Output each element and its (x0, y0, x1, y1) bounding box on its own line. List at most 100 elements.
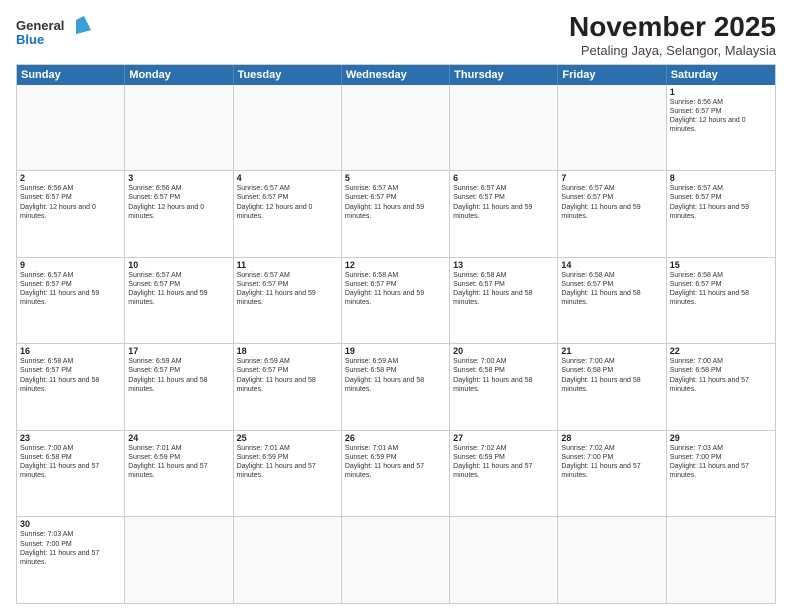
calendar-cell: 24Sunrise: 7:01 AM Sunset: 6:59 PM Dayli… (125, 431, 233, 517)
calendar-cell: 4Sunrise: 6:57 AM Sunset: 6:57 PM Daylig… (234, 171, 342, 257)
calendar-cell (125, 517, 233, 603)
calendar-cell: 2Sunrise: 6:56 AM Sunset: 6:57 PM Daylig… (17, 171, 125, 257)
calendar-cell (234, 517, 342, 603)
calendar-cell: 17Sunrise: 6:59 AM Sunset: 6:57 PM Dayli… (125, 344, 233, 430)
day-info: Sunrise: 6:57 AM Sunset: 6:57 PM Dayligh… (20, 271, 121, 307)
logo: General Blue (16, 12, 96, 52)
day-number: 24 (128, 433, 229, 443)
calendar-cell: 14Sunrise: 6:58 AM Sunset: 6:57 PM Dayli… (558, 258, 666, 344)
day-info: Sunrise: 7:03 AM Sunset: 7:00 PM Dayligh… (20, 530, 121, 566)
day-info: Sunrise: 6:56 AM Sunset: 6:57 PM Dayligh… (128, 184, 229, 220)
calendar-row-4: 16Sunrise: 6:58 AM Sunset: 6:57 PM Dayli… (17, 343, 775, 430)
day-number: 12 (345, 260, 446, 270)
day-number: 28 (561, 433, 662, 443)
day-info: Sunrise: 7:02 AM Sunset: 7:00 PM Dayligh… (561, 444, 662, 480)
day-number: 20 (453, 346, 554, 356)
calendar-cell: 25Sunrise: 7:01 AM Sunset: 6:59 PM Dayli… (234, 431, 342, 517)
calendar-cell: 30Sunrise: 7:03 AM Sunset: 7:00 PM Dayli… (17, 517, 125, 603)
day-info: Sunrise: 6:57 AM Sunset: 6:57 PM Dayligh… (237, 271, 338, 307)
calendar-cell (125, 85, 233, 171)
calendar-row-5: 23Sunrise: 7:00 AM Sunset: 6:58 PM Dayli… (17, 430, 775, 517)
day-info: Sunrise: 7:01 AM Sunset: 6:59 PM Dayligh… (128, 444, 229, 480)
day-info: Sunrise: 6:57 AM Sunset: 6:57 PM Dayligh… (561, 184, 662, 220)
day-info: Sunrise: 6:56 AM Sunset: 6:57 PM Dayligh… (670, 98, 772, 134)
day-info: Sunrise: 6:57 AM Sunset: 6:57 PM Dayligh… (453, 184, 554, 220)
calendar-cell: 12Sunrise: 6:58 AM Sunset: 6:57 PM Dayli… (342, 258, 450, 344)
day-info: Sunrise: 6:59 AM Sunset: 6:58 PM Dayligh… (345, 357, 446, 393)
day-info: Sunrise: 7:02 AM Sunset: 6:59 PM Dayligh… (453, 444, 554, 480)
header: General Blue November 2025 Petaling Jaya… (16, 12, 776, 58)
svg-text:General: General (16, 18, 64, 33)
calendar-row-3: 9Sunrise: 6:57 AM Sunset: 6:57 PM Daylig… (17, 257, 775, 344)
calendar: SundayMondayTuesdayWednesdayThursdayFrid… (16, 64, 776, 604)
day-info: Sunrise: 7:00 AM Sunset: 6:58 PM Dayligh… (670, 357, 772, 393)
day-info: Sunrise: 6:57 AM Sunset: 6:57 PM Dayligh… (345, 184, 446, 220)
calendar-cell (234, 85, 342, 171)
day-number: 10 (128, 260, 229, 270)
calendar-row-6: 30Sunrise: 7:03 AM Sunset: 7:00 PM Dayli… (17, 516, 775, 603)
day-number: 21 (561, 346, 662, 356)
calendar-header: SundayMondayTuesdayWednesdayThursdayFrid… (17, 65, 775, 85)
day-info: Sunrise: 7:00 AM Sunset: 6:58 PM Dayligh… (561, 357, 662, 393)
calendar-cell: 11Sunrise: 6:57 AM Sunset: 6:57 PM Dayli… (234, 258, 342, 344)
calendar-cell: 20Sunrise: 7:00 AM Sunset: 6:58 PM Dayli… (450, 344, 558, 430)
header-day-sunday: Sunday (17, 65, 125, 85)
day-number: 13 (453, 260, 554, 270)
calendar-cell: 28Sunrise: 7:02 AM Sunset: 7:00 PM Dayli… (558, 431, 666, 517)
day-number: 6 (453, 173, 554, 183)
calendar-cell: 16Sunrise: 6:58 AM Sunset: 6:57 PM Dayli… (17, 344, 125, 430)
month-title: November 2025 (569, 12, 776, 43)
day-info: Sunrise: 6:59 AM Sunset: 6:57 PM Dayligh… (128, 357, 229, 393)
day-number: 4 (237, 173, 338, 183)
calendar-cell: 26Sunrise: 7:01 AM Sunset: 6:59 PM Dayli… (342, 431, 450, 517)
day-number: 29 (670, 433, 772, 443)
calendar-cell (558, 517, 666, 603)
day-info: Sunrise: 7:03 AM Sunset: 7:00 PM Dayligh… (670, 444, 772, 480)
calendar-cell: 18Sunrise: 6:59 AM Sunset: 6:57 PM Dayli… (234, 344, 342, 430)
day-number: 17 (128, 346, 229, 356)
day-number: 22 (670, 346, 772, 356)
calendar-cell (342, 517, 450, 603)
calendar-row-2: 2Sunrise: 6:56 AM Sunset: 6:57 PM Daylig… (17, 170, 775, 257)
calendar-cell: 10Sunrise: 6:57 AM Sunset: 6:57 PM Dayli… (125, 258, 233, 344)
day-info: Sunrise: 7:00 AM Sunset: 6:58 PM Dayligh… (20, 444, 121, 480)
calendar-cell: 27Sunrise: 7:02 AM Sunset: 6:59 PM Dayli… (450, 431, 558, 517)
day-number: 7 (561, 173, 662, 183)
calendar-cell: 8Sunrise: 6:57 AM Sunset: 6:57 PM Daylig… (667, 171, 775, 257)
day-number: 1 (670, 87, 772, 97)
calendar-cell: 22Sunrise: 7:00 AM Sunset: 6:58 PM Dayli… (667, 344, 775, 430)
location: Petaling Jaya, Selangor, Malaysia (569, 43, 776, 58)
day-number: 15 (670, 260, 772, 270)
day-number: 26 (345, 433, 446, 443)
day-number: 3 (128, 173, 229, 183)
day-number: 5 (345, 173, 446, 183)
day-number: 23 (20, 433, 121, 443)
page: General Blue November 2025 Petaling Jaya… (0, 0, 792, 612)
svg-text:Blue: Blue (16, 32, 44, 47)
day-info: Sunrise: 6:58 AM Sunset: 6:57 PM Dayligh… (20, 357, 121, 393)
calendar-cell: 3Sunrise: 6:56 AM Sunset: 6:57 PM Daylig… (125, 171, 233, 257)
calendar-cell (450, 517, 558, 603)
day-number: 27 (453, 433, 554, 443)
header-day-saturday: Saturday (667, 65, 775, 85)
calendar-cell (450, 85, 558, 171)
calendar-body: 1Sunrise: 6:56 AM Sunset: 6:57 PM Daylig… (17, 85, 775, 603)
calendar-cell: 13Sunrise: 6:58 AM Sunset: 6:57 PM Dayli… (450, 258, 558, 344)
day-info: Sunrise: 7:00 AM Sunset: 6:58 PM Dayligh… (453, 357, 554, 393)
day-number: 8 (670, 173, 772, 183)
day-info: Sunrise: 6:58 AM Sunset: 6:57 PM Dayligh… (561, 271, 662, 307)
calendar-cell: 29Sunrise: 7:03 AM Sunset: 7:00 PM Dayli… (667, 431, 775, 517)
calendar-cell: 15Sunrise: 6:58 AM Sunset: 6:57 PM Dayli… (667, 258, 775, 344)
header-day-friday: Friday (558, 65, 666, 85)
header-day-tuesday: Tuesday (234, 65, 342, 85)
day-number: 14 (561, 260, 662, 270)
calendar-cell (17, 85, 125, 171)
day-info: Sunrise: 6:57 AM Sunset: 6:57 PM Dayligh… (237, 184, 338, 220)
header-day-wednesday: Wednesday (342, 65, 450, 85)
calendar-cell: 19Sunrise: 6:59 AM Sunset: 6:58 PM Dayli… (342, 344, 450, 430)
day-info: Sunrise: 6:59 AM Sunset: 6:57 PM Dayligh… (237, 357, 338, 393)
day-number: 19 (345, 346, 446, 356)
logo-icon: General Blue (16, 12, 96, 52)
day-number: 16 (20, 346, 121, 356)
calendar-cell: 9Sunrise: 6:57 AM Sunset: 6:57 PM Daylig… (17, 258, 125, 344)
